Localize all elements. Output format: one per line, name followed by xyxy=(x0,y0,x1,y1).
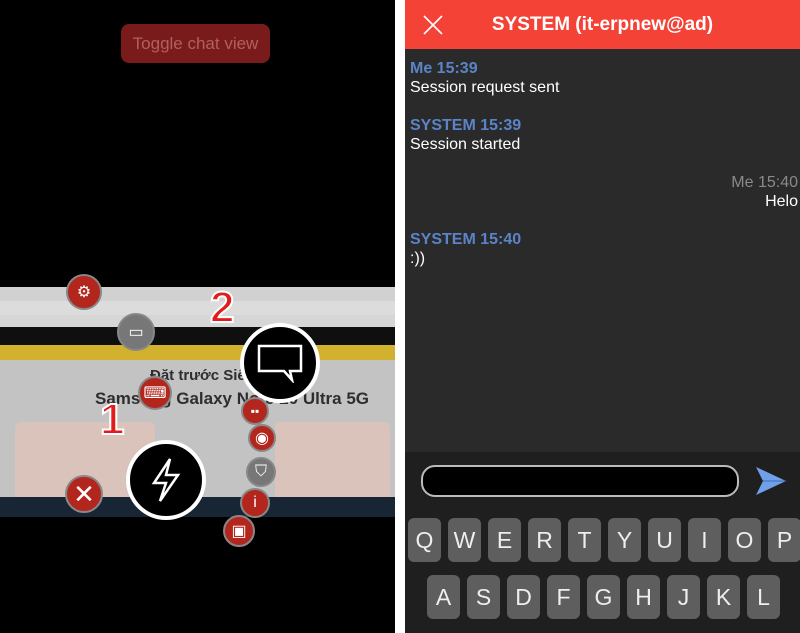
chat-message: Me 15:40 Helo xyxy=(731,173,798,211)
site-header xyxy=(0,327,395,345)
message-meta: SYSTEM 15:39 xyxy=(410,117,522,134)
key-h[interactable]: H xyxy=(627,575,660,619)
chat-icon[interactable] xyxy=(240,323,320,403)
promo-card xyxy=(275,422,390,502)
layout-icon[interactable]: ▪▪ xyxy=(241,397,269,425)
message-meta: Me 15:40 xyxy=(731,174,798,191)
chat-header: SYSTEM (it-erpnew@ad) xyxy=(405,0,800,49)
key-y[interactable]: Y xyxy=(608,518,641,562)
page-subheading: Samsung Galaxy Note 20 Ultra 5G xyxy=(95,389,369,408)
camera-icon[interactable]: ◉ xyxy=(248,424,276,452)
key-e[interactable]: E xyxy=(488,518,521,562)
key-o[interactable]: O xyxy=(728,518,761,562)
chat-title: SYSTEM (it-erpnew@ad) xyxy=(491,13,714,35)
message-meta: Me 15:39 xyxy=(410,60,478,77)
shield-icon[interactable]: ⛉ xyxy=(246,457,276,487)
key-w[interactable]: W xyxy=(448,518,481,562)
lightning-icon[interactable] xyxy=(126,440,206,520)
chat-message: SYSTEM 15:39 Session started xyxy=(410,116,521,154)
key-a[interactable]: A xyxy=(427,575,460,619)
message-text: Session request sent xyxy=(410,79,560,96)
key-k[interactable]: K xyxy=(707,575,740,619)
message-text: Helo xyxy=(765,193,798,210)
site-menu xyxy=(0,345,395,360)
keyboard-icon[interactable]: ⌨ xyxy=(138,376,172,410)
key-q[interactable]: Q xyxy=(408,518,441,562)
send-icon[interactable] xyxy=(755,466,787,496)
key-g[interactable]: G xyxy=(587,575,620,619)
key-d[interactable]: D xyxy=(507,575,540,619)
composer-and-keyboard: QWERTYUIOP ASDFGHJKL xyxy=(405,452,800,633)
key-f[interactable]: F xyxy=(547,575,580,619)
message-input[interactable] xyxy=(421,465,739,497)
message-text: :)) xyxy=(410,250,426,267)
toggle-chat-view-button[interactable]: Toggle chat view xyxy=(121,24,270,63)
message-text: Session started xyxy=(410,136,521,153)
screen-share-icon[interactable]: ▣ xyxy=(223,515,255,547)
bookmarks-bar xyxy=(0,315,395,327)
browser-tab-bar xyxy=(0,287,395,301)
key-p[interactable]: P xyxy=(768,518,800,562)
key-s[interactable]: S xyxy=(467,575,500,619)
key-j[interactable]: J xyxy=(667,575,700,619)
close-icon[interactable]: ✕ xyxy=(65,475,103,513)
gear-icon[interactable]: ⚙ xyxy=(66,274,102,310)
key-t[interactable]: T xyxy=(568,518,601,562)
key-l[interactable]: L xyxy=(747,575,780,619)
key-r[interactable]: R xyxy=(528,518,561,562)
message-meta: SYSTEM 15:40 xyxy=(410,231,522,248)
monitor-icon[interactable]: ▭ xyxy=(117,313,155,351)
remote-view-panel: Toggle chat view Đặt trước Siêu Samsung … xyxy=(0,0,395,633)
browser-address-bar xyxy=(0,301,395,315)
step-marker-2: 2 xyxy=(209,282,236,333)
key-u[interactable]: U xyxy=(648,518,681,562)
chat-message: Me 15:39 Session request sent xyxy=(410,59,559,97)
chat-message: SYSTEM 15:40 :)) xyxy=(410,230,521,268)
key-i[interactable]: I xyxy=(688,518,721,562)
info-icon[interactable]: i xyxy=(240,488,270,518)
chat-panel: SYSTEM (it-erpnew@ad) Me 15:39 Session r… xyxy=(405,0,800,633)
close-icon[interactable] xyxy=(421,13,445,37)
step-marker-1: 1 xyxy=(99,394,126,445)
